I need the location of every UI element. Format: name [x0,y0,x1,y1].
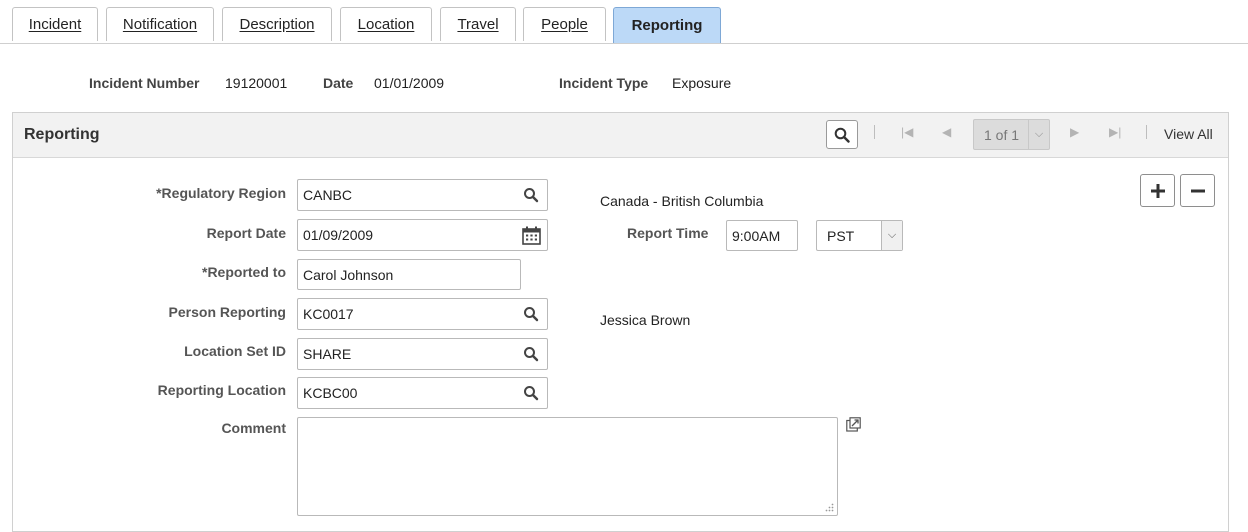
report-time-field[interactable]: 9:00AM [726,220,798,251]
add-row-icon [1150,183,1165,198]
person-reporting-name: Jessica Brown [600,312,691,328]
tab-people[interactable]: People [523,7,606,41]
calendar-icon[interactable] [522,226,541,245]
tab-incident[interactable]: Incident [12,7,98,41]
find-button[interactable] [826,120,858,149]
first-icon[interactable]: |◀ [901,125,913,139]
comment-label: Comment [221,420,286,436]
view-all-link[interactable]: View All [1164,126,1213,142]
tab-label: Description [239,16,315,33]
regulatory-region-field[interactable]: CANBC [297,179,548,211]
time-zone-value: PST [827,228,855,244]
pager-text: 1 of 1 [984,127,1020,143]
regulatory-region-value: CANBC [303,187,353,203]
panel-header: Reporting |◀ ◀ 1 of 1 ⌵ ▶ ▶| View All [13,113,1228,158]
date-label: Date [323,75,354,91]
report-date-label: Report Date [206,225,286,241]
last-icon[interactable]: ▶| [1109,125,1121,139]
incident-type-label: Incident Type [559,75,649,91]
reporting-location-value: KCBC00 [303,385,358,401]
resize-grip-icon[interactable] [825,503,834,512]
tab-label: Incident [28,16,82,33]
add-row-button[interactable] [1140,174,1175,207]
separator [874,125,875,139]
tab-label: Notification [122,16,198,33]
next-icon[interactable]: ▶ [1070,125,1079,139]
tab-label: Reporting [631,17,703,34]
report-time-label: Report Time [627,225,709,241]
regulatory-region-description: Canada - British Columbia [600,193,764,209]
location-set-id-label: Location Set ID [184,343,286,359]
location-set-id-value: SHARE [303,346,352,362]
tab-reporting[interactable]: Reporting [613,7,721,43]
chevron-down-icon: ⌵ [1028,120,1049,149]
row-pager[interactable]: 1 of 1 ⌵ [973,119,1050,150]
report-time-value: 9:00AM [732,228,781,244]
tab-label: Location [357,16,415,33]
reporting-location-label: Reporting Location [157,382,286,398]
tab-label: People [541,16,588,33]
reported-to-label: *Reported to [202,264,286,280]
chevron-down-icon: ⌵ [881,221,902,250]
expand-icon[interactable] [846,417,861,432]
search-icon [834,127,850,143]
time-zone-select[interactable]: PST ⌵ [816,220,903,251]
date-value: 01/01/2009 [374,75,445,91]
tab-location[interactable]: Location [340,7,432,41]
report-date-field[interactable]: 01/09/2009 [297,219,548,251]
previous-icon[interactable]: ◀ [942,125,951,139]
separator [1146,125,1147,139]
search-icon[interactable] [523,385,539,401]
person-reporting-value: KC0017 [303,306,354,322]
tab-label: Travel [457,16,499,33]
incident-type-value: Exposure [672,75,732,91]
reported-to-value: Carol Johnson [303,267,394,283]
incident-number-label: Incident Number [89,75,200,91]
reporting-location-field[interactable]: KCBC00 [297,377,548,409]
person-reporting-field[interactable]: KC0017 [297,298,548,330]
person-reporting-label: Person Reporting [168,304,286,320]
search-icon[interactable] [523,187,539,203]
tab-description[interactable]: Description [222,7,332,41]
panel-title: Reporting [24,126,100,143]
comment-textarea[interactable] [297,417,838,516]
report-date-value: 01/09/2009 [303,227,374,243]
location-set-id-field[interactable]: SHARE [297,338,548,370]
delete-row-button[interactable] [1180,174,1215,207]
tab-travel[interactable]: Travel [440,7,516,41]
incident-number-value: 19120001 [225,75,288,91]
search-icon[interactable] [523,346,539,362]
tab-bar: Incident Notification Description Locati… [0,0,1248,44]
reported-to-field[interactable]: Carol Johnson [297,259,521,290]
regulatory-region-label: *Regulatory Region [156,185,286,201]
search-icon[interactable] [523,306,539,322]
tab-notification[interactable]: Notification [106,7,214,41]
delete-row-icon [1190,189,1205,192]
